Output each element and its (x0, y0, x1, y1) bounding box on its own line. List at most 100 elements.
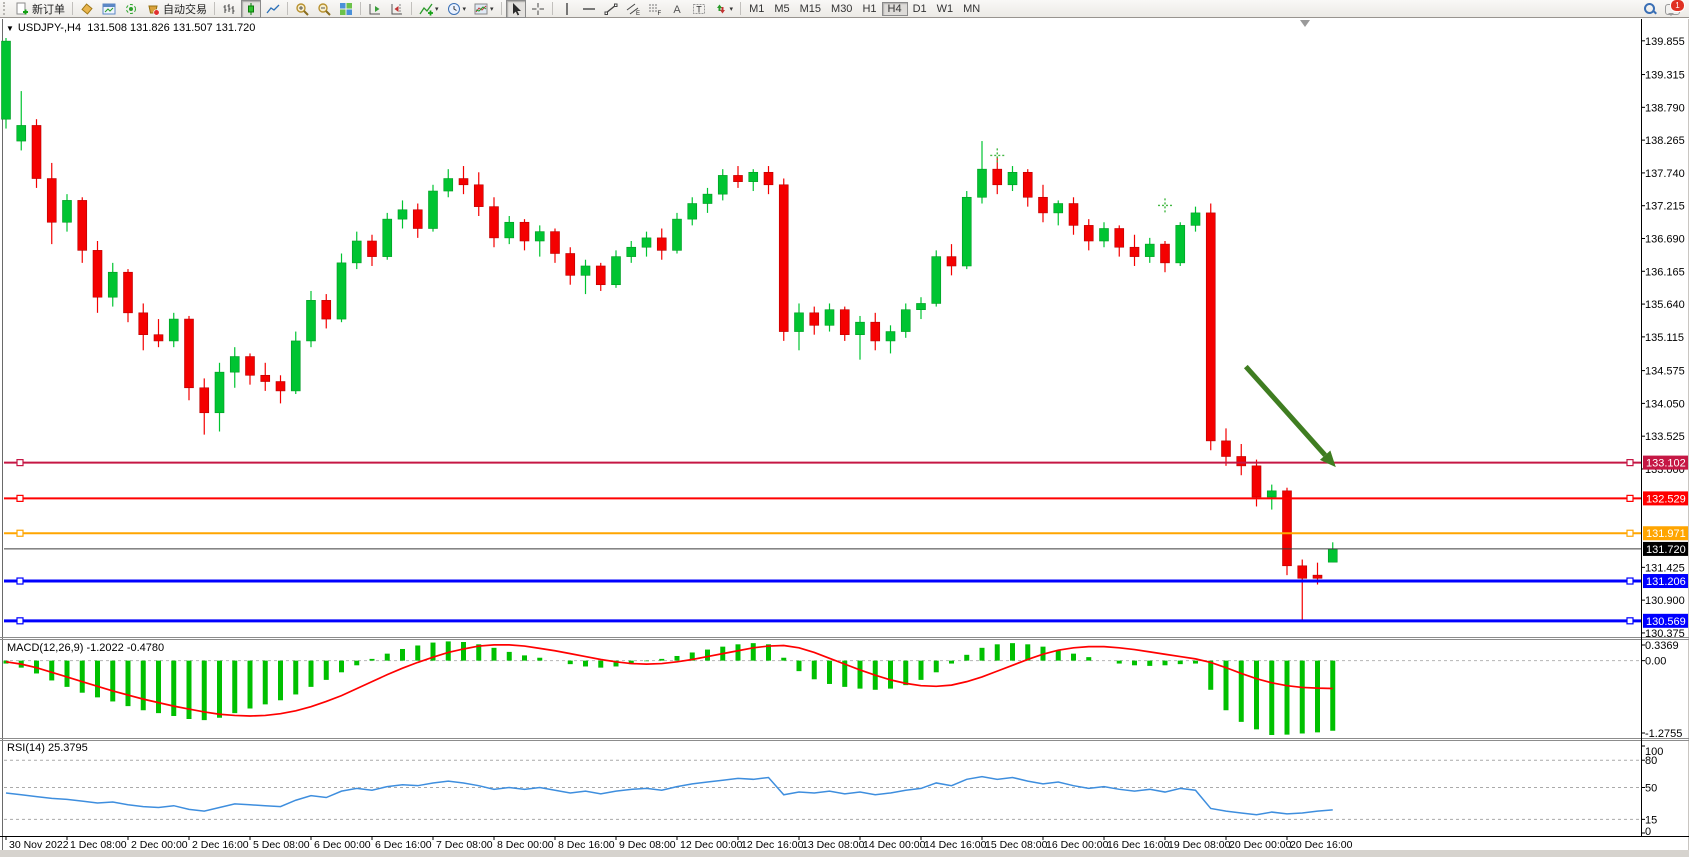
hline-handle[interactable] (1627, 495, 1633, 501)
separator (287, 2, 288, 15)
candle-body (337, 263, 346, 319)
tile-windows-button[interactable] (336, 0, 356, 18)
chart-shift-button[interactable] (387, 0, 407, 18)
time-axis-label: 13 Dec 08:00 (802, 839, 865, 851)
chart-canvas[interactable]: 139.855139.315138.790138.265137.740137.2… (0, 0, 1689, 857)
hline-handle[interactable] (17, 578, 23, 584)
chart-menu-caret[interactable]: ▼ (6, 24, 14, 33)
text-button[interactable]: A (667, 0, 687, 18)
hline-handle[interactable] (1627, 460, 1633, 466)
hline-handle[interactable] (1627, 530, 1633, 536)
time-axis-label: 7 Dec 08:00 (436, 839, 493, 851)
candle-body (505, 222, 514, 238)
price-axis-tick-label: 130.900 (1645, 595, 1685, 607)
periods-button[interactable]: ▾ (444, 0, 470, 18)
line-chart-icon (266, 2, 280, 16)
candle-body (32, 125, 41, 178)
signals-button[interactable] (121, 0, 141, 18)
candle-body (1298, 566, 1307, 578)
candle-body (718, 175, 727, 194)
timeframe-button-M30[interactable]: M30 (826, 3, 857, 15)
candle-body (2, 41, 11, 119)
separator (552, 2, 553, 15)
templates-button[interactable]: ▾ (471, 0, 497, 18)
toolbar: 新订单 自动交易 (0, 0, 1689, 18)
candle-body (17, 125, 26, 141)
equidistant-channel-button[interactable]: E (623, 0, 643, 18)
timeframe-button-MN[interactable]: MN (958, 3, 985, 15)
time-axis-label: 20 Dec 00:00 (1229, 839, 1292, 851)
zoom-in-button[interactable] (292, 0, 312, 18)
new-order-button[interactable]: 新订单 (12, 0, 68, 18)
vertical-line-button[interactable] (557, 0, 577, 18)
timeframe-button-M15[interactable]: M15 (795, 3, 826, 15)
candle-body (1328, 549, 1337, 562)
timeframe-button-H1[interactable]: H1 (857, 3, 881, 15)
timeframe-button-M1[interactable]: M1 (744, 3, 769, 15)
trendline-button[interactable] (601, 0, 621, 18)
candle-body (703, 194, 712, 203)
chevron-down-icon[interactable]: ▾ (490, 5, 494, 13)
timeframe-button-H4[interactable]: H4 (882, 2, 908, 16)
toolbar-grip[interactable] (3, 2, 8, 15)
hline-handle[interactable] (1627, 618, 1633, 624)
fibonacci-button[interactable]: F (645, 0, 665, 18)
time-axis-label: 19 Dec 08:00 (1168, 839, 1231, 851)
hline-handle[interactable] (17, 460, 23, 466)
bar-chart-button[interactable] (219, 0, 239, 18)
candle-body (673, 219, 682, 250)
candle-body (917, 303, 926, 309)
candle-body (901, 310, 910, 332)
line-chart-button[interactable] (263, 0, 283, 18)
candlestick-chart-button[interactable] (241, 0, 261, 18)
candle-body (1283, 491, 1292, 566)
hline-handle[interactable] (17, 530, 23, 536)
candle-body (1222, 441, 1231, 457)
timeframe-button-D1[interactable]: D1 (908, 3, 932, 15)
separator (740, 2, 741, 15)
timeframe-button-W1[interactable]: W1 (932, 3, 959, 15)
candle-body (230, 357, 239, 373)
chart-window-button[interactable] (99, 0, 119, 18)
time-axis-label: 12 Dec 16:00 (741, 839, 804, 851)
price-axis-tick-label: 136.165 (1645, 266, 1685, 278)
time-axis-label: 14 Dec 00:00 (863, 839, 926, 851)
candle-body (1023, 172, 1032, 197)
hline-handle[interactable] (17, 618, 23, 624)
macd-axis-label: 0.00 (1645, 656, 1666, 668)
candle-body (169, 319, 178, 341)
chevron-down-icon[interactable]: ▾ (463, 5, 467, 13)
candle-body (291, 341, 300, 391)
text-label-button[interactable]: T (689, 0, 709, 18)
hline-handle[interactable] (17, 495, 23, 501)
search-button[interactable] (1643, 2, 1657, 16)
candle-body (551, 232, 560, 254)
zoom-out-button[interactable] (314, 0, 334, 18)
candle-body (1237, 456, 1246, 465)
timeframe-button-M5[interactable]: M5 (769, 3, 794, 15)
cursor-button[interactable] (506, 0, 526, 18)
price-line-label-text: 131.206 (1646, 576, 1686, 588)
horizontal-line-button[interactable] (579, 0, 599, 18)
chevron-down-icon[interactable]: ▾ (435, 5, 439, 13)
time-axis-label: 12 Dec 00:00 (680, 839, 743, 851)
macd-axis-label: -1.2755 (1645, 728, 1682, 740)
auto-scroll-button[interactable] (365, 0, 385, 18)
candle-body (474, 185, 483, 207)
crosshair-button[interactable] (528, 0, 548, 18)
hline-handle[interactable] (1627, 578, 1633, 584)
candle-body (535, 232, 544, 241)
indicators-button[interactable]: ▾ (416, 0, 442, 18)
price-line-label-text: 133.102 (1646, 458, 1686, 470)
chart-info-line: ▼USDJPY-,H4 131.508 131.826 131.507 131.… (6, 22, 255, 34)
arrows-button[interactable]: ▾ (711, 0, 737, 18)
layers-button[interactable] (77, 0, 97, 18)
candle-body (1191, 213, 1200, 225)
chevron-down-icon[interactable]: ▾ (730, 5, 734, 13)
candle-body (1176, 225, 1185, 262)
rsi-axis-label: 80 (1645, 755, 1657, 767)
notifications-button[interactable]: 1 (1665, 2, 1681, 16)
candle-body (200, 388, 209, 413)
candle-body (962, 197, 971, 266)
auto-trading-button[interactable]: 自动交易 (143, 0, 210, 18)
